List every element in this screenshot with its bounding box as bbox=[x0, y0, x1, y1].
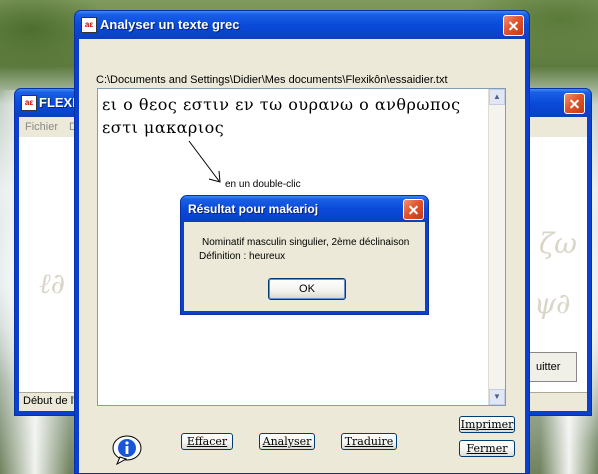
background-watermark-left: ℓ∂ bbox=[39, 267, 66, 300]
menu-fichier[interactable]: Fichier bbox=[25, 121, 58, 133]
ok-button[interactable]: OK bbox=[268, 278, 346, 300]
background-watermark-right: ζω bbox=[539, 227, 578, 260]
vertical-scrollbar[interactable]: ▲ ▼ bbox=[488, 89, 505, 405]
close-icon[interactable] bbox=[564, 93, 585, 114]
flexikon-window-title: FLEXI bbox=[39, 95, 76, 110]
imprimer-button[interactable]: Imprimer bbox=[459, 416, 515, 433]
background-watermark-right-2: ψ∂ bbox=[534, 287, 571, 320]
app-icon: aε bbox=[21, 95, 37, 111]
info-icon bbox=[112, 435, 142, 465]
result-analysis-line: Nominatif masculin singulier, 2ème décli… bbox=[202, 237, 410, 248]
fermer-button[interactable]: Fermer bbox=[459, 440, 515, 457]
scroll-up-icon[interactable]: ▲ bbox=[489, 89, 505, 105]
analyser-button[interactable]: Analyser bbox=[259, 433, 315, 450]
greek-text[interactable]: ει ο θεος εστιν εν τω ουρανω ο ανθρωπος … bbox=[102, 93, 482, 139]
annotation-text: en un double-clic bbox=[225, 179, 301, 190]
effacer-button[interactable]: Effacer bbox=[181, 433, 233, 450]
close-icon[interactable] bbox=[403, 199, 424, 220]
quitter-label: uitter bbox=[536, 361, 561, 373]
analyser-title-bar[interactable]: aε Analyser un texte grec bbox=[75, 11, 529, 39]
close-icon[interactable] bbox=[503, 15, 524, 36]
result-title-bar[interactable]: Résultat pour makarioj bbox=[181, 196, 428, 222]
app-icon: aε bbox=[81, 17, 97, 33]
result-dialog: Résultat pour makarioj Nominatif masculi… bbox=[180, 195, 429, 315]
arrow-annotation-icon bbox=[188, 140, 221, 183]
analyser-window-title: Analyser un texte grec bbox=[100, 17, 240, 32]
file-path: C:\Documents and Settings\Didier\Mes doc… bbox=[96, 74, 448, 86]
result-window-title: Résultat pour makarioj bbox=[188, 202, 319, 216]
result-client: Nominatif masculin singulier, 2ème décli… bbox=[184, 222, 425, 311]
traduire-button[interactable]: Traduire bbox=[341, 433, 397, 450]
result-definition-line: Définition : heureux bbox=[199, 251, 286, 262]
status-text: Début de l' bbox=[23, 395, 76, 407]
scroll-down-icon[interactable]: ▼ bbox=[489, 389, 505, 405]
